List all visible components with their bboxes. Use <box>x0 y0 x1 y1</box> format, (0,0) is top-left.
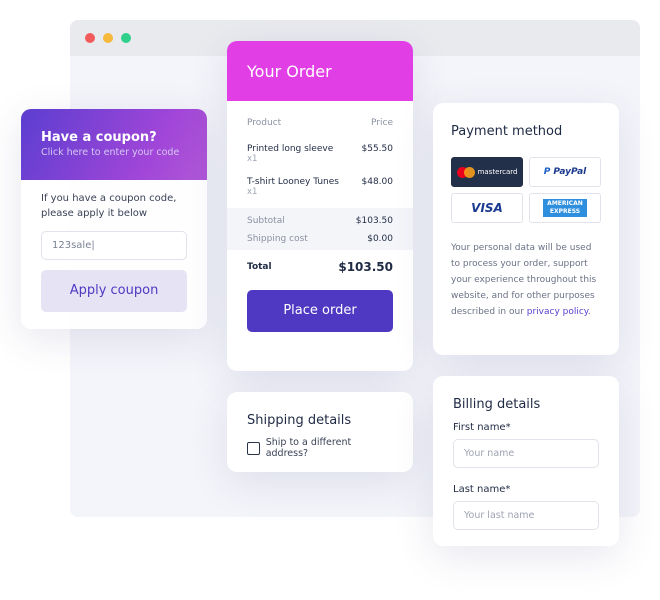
first-name-input[interactable]: Your name <box>453 439 599 468</box>
privacy-text-end: . <box>587 307 591 317</box>
checkbox-label: Ship to a different address? <box>265 437 352 459</box>
visa-logo-icon: VISA <box>471 201 503 215</box>
paypal-option[interactable]: P PayPal <box>529 157 601 187</box>
last-name-label: Last name* <box>453 484 511 495</box>
paypal-label: PayPal <box>553 167 587 177</box>
total-row: Total $103.50 <box>227 260 413 274</box>
order-item: Printed long sleeve x1 $55.50 <box>227 144 413 164</box>
minimize-dot-icon[interactable] <box>103 33 113 43</box>
coupon-input-value: 123sale <box>52 240 92 251</box>
amex-logo-icon: AMERICAN EXPRESS <box>543 199 587 217</box>
subtotal-label: Subtotal <box>247 216 285 226</box>
col-price: Price <box>371 118 393 128</box>
item-name: T-shirt Looney Tunes <box>247 177 339 187</box>
checkbox-icon[interactable] <box>247 441 260 455</box>
payment-card: Payment method mastercard P PayPal VISA A… <box>433 103 619 355</box>
coupon-subtitle[interactable]: Click here to enter your code <box>41 147 187 158</box>
shipping-label: Shipping cost <box>247 234 308 244</box>
subtotal-row: Subtotal $103.50 <box>227 216 413 226</box>
shipping-card: Shipping details Ship to a different add… <box>227 392 413 472</box>
mastercard-label: mastercard <box>477 168 518 176</box>
item-price: $48.00 <box>361 177 394 187</box>
amex-option[interactable]: AMERICAN EXPRESS <box>529 193 601 223</box>
last-name-input[interactable]: Your last name <box>453 501 599 530</box>
coupon-card: Have a coupon? Click here to enter your … <box>21 109 207 329</box>
shipping-title: Shipping details <box>247 413 352 428</box>
item-qty: x1 <box>247 187 258 197</box>
privacy-text: Your personal data will be used to proce… <box>451 240 601 320</box>
order-card: Your Order Product Price Printed long sle… <box>227 41 413 371</box>
payment-title: Payment method <box>451 124 563 139</box>
coupon-title: Have a coupon? <box>41 130 157 145</box>
item-price: $55.50 <box>361 144 394 154</box>
privacy-text-body: Your personal data will be used to proce… <box>451 243 597 317</box>
item-qty: x1 <box>247 154 258 164</box>
coupon-input[interactable]: 123sale| <box>41 231 187 260</box>
apply-coupon-button[interactable]: Apply coupon <box>41 270 187 312</box>
coupon-instructions: If you have a coupon code, please apply … <box>41 193 177 219</box>
col-product: Product <box>247 118 282 128</box>
order-title: Your Order <box>227 41 413 101</box>
order-item: T-shirt Looney Tunes x1 $48.00 <box>227 177 413 197</box>
shipping-row: Shipping cost $0.00 <box>227 234 413 244</box>
place-order-button[interactable]: Place order <box>247 290 393 332</box>
close-dot-icon[interactable] <box>85 33 95 43</box>
mastercard-option[interactable]: mastercard <box>451 157 523 187</box>
order-table-header: Product Price <box>227 118 413 128</box>
paypal-logo-icon: P <box>543 167 551 177</box>
billing-card: Billing details First name* Your name La… <box>433 376 619 546</box>
maximize-dot-icon[interactable] <box>121 33 131 43</box>
visa-option[interactable]: VISA <box>451 193 523 223</box>
shipping-value: $0.00 <box>367 234 393 244</box>
privacy-policy-link[interactable]: privacy policy <box>527 307 588 317</box>
mastercard-logo-icon <box>456 166 475 178</box>
billing-title: Billing details <box>453 397 541 412</box>
item-name: Printed long sleeve <box>247 144 334 154</box>
total-value: $103.50 <box>338 260 393 274</box>
subtotal-value: $103.50 <box>355 216 393 226</box>
first-name-label: First name* <box>453 422 511 433</box>
total-label: Total <box>247 262 272 272</box>
coupon-header[interactable]: Have a coupon? Click here to enter your … <box>21 109 207 180</box>
ship-different-checkbox[interactable]: Ship to a different address? <box>247 437 393 459</box>
